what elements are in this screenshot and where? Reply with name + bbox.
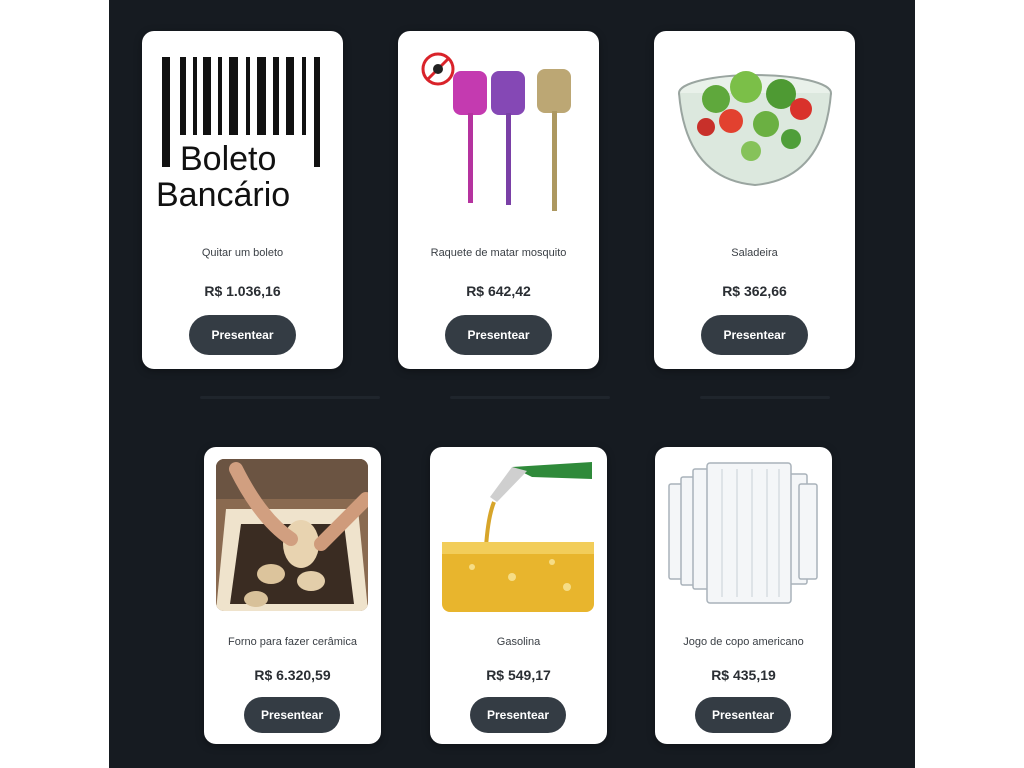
product-price: R$ 642,42 <box>466 283 531 299</box>
product-card: Gasolina R$ 549,17 Presentear <box>430 447 607 744</box>
row-divider <box>700 396 830 399</box>
mosquito-racket-image <box>418 49 583 219</box>
presentear-button[interactable]: Presentear <box>189 315 296 355</box>
row-divider <box>450 396 610 399</box>
product-title: Gasolina <box>496 636 541 648</box>
product-price: R$ 362,66 <box>722 283 787 299</box>
product-price: R$ 6.320,59 <box>254 667 331 683</box>
product-title: Forno para fazer cerâmica <box>228 636 357 648</box>
presentear-button[interactable]: Presentear <box>701 315 808 355</box>
boleto-barcode-image: Boleto Bancário <box>156 53 331 218</box>
presentear-button[interactable]: Presentear <box>445 315 552 355</box>
row-divider <box>200 396 380 399</box>
gasoline-image <box>442 457 594 612</box>
product-card: Jogo de copo americano R$ 435,19 Present… <box>655 447 832 744</box>
salad-bowl-image <box>676 69 834 189</box>
product-price: R$ 549,17 <box>486 667 551 683</box>
product-price: R$ 435,19 <box>711 667 776 683</box>
product-title: Jogo de copo americano <box>683 636 804 648</box>
presentear-button[interactable]: Presentear <box>470 697 566 733</box>
product-title: Raquete de matar mosquito <box>430 247 567 259</box>
product-card: Raquete de matar mosquito R$ 642,42 Pres… <box>398 31 599 369</box>
product-card: Forno para fazer cerâmica R$ 6.320,59 Pr… <box>204 447 381 744</box>
product-card: Saladeira R$ 362,66 Presentear <box>654 31 855 369</box>
product-title: Quitar um boleto <box>201 247 284 259</box>
glass-set-image <box>667 459 819 609</box>
bancario-text: Bancário <box>156 176 290 214</box>
presentear-button[interactable]: Presentear <box>244 697 340 733</box>
product-title: Saladeira <box>731 247 778 259</box>
product-price: R$ 1.036,16 <box>204 283 281 299</box>
presentear-button[interactable]: Presentear <box>695 697 791 733</box>
product-card: Boleto Bancário Quitar um boleto R$ 1.03… <box>142 31 343 369</box>
ceramic-kiln-image <box>216 459 368 611</box>
boleto-text: Boleto <box>180 140 276 178</box>
